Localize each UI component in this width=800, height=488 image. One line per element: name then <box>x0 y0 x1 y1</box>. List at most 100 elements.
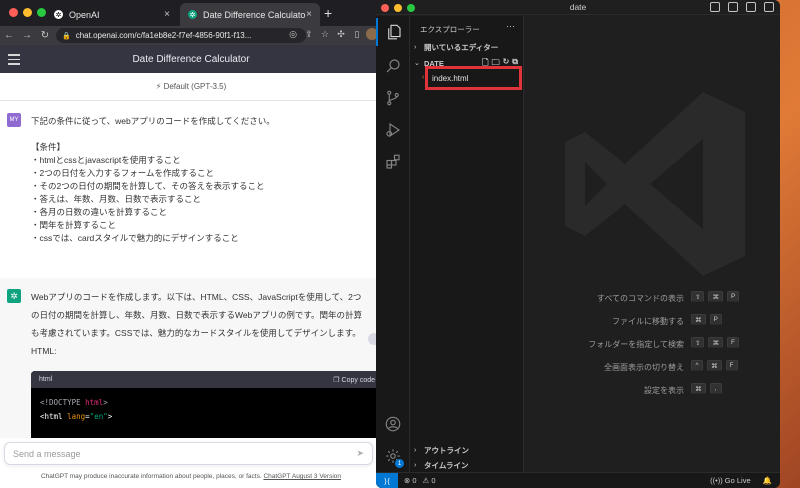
message-line: ・各月の日数の違いを計算すること <box>31 207 168 217</box>
composer: ➤ ChatGPT may produce inaccurate informa… <box>0 438 382 488</box>
chevron-down-icon: ⌄ <box>414 60 420 67</box>
window-controls <box>9 8 46 17</box>
lock-icon[interactable]: 🔒 <box>62 32 71 40</box>
settings-badge: 1 <box>395 459 404 468</box>
reload-icon[interactable]: ↻ <box>36 30 54 41</box>
side-panel-icon[interactable]: ▯ <box>350 29 364 40</box>
explorer-icon[interactable] <box>376 18 410 46</box>
message-line: ・閏年を計算すること <box>31 220 117 230</box>
search-icon[interactable] <box>376 52 410 80</box>
menu-icon[interactable] <box>8 54 20 68</box>
vscode-logo-watermark <box>565 92 745 276</box>
shortcut-show-all-commands[interactable]: すべてのコマンドの表示 ⇧ ⌘ P <box>524 291 780 305</box>
customize-layout-icon[interactable] <box>764 2 774 12</box>
notifications-bell-icon[interactable]: 🔔 <box>763 476 772 485</box>
shortcut-find-in-folder[interactable]: フォルダーを指定して検索 ⇧ ⌘ F <box>524 337 780 351</box>
toolbar-actions: ◎ ⇪ ☆ ✣ ▯ <box>286 28 378 40</box>
chevron-right-icon: › <box>414 43 417 51</box>
tab-label: OpenAI <box>69 9 100 20</box>
toggle-secondary-sidebar-icon[interactable] <box>746 2 756 12</box>
message-line: 下記の条件に従って、webアプリのコードを作成してください。 <box>31 116 275 126</box>
zoom-window-button[interactable] <box>37 8 46 17</box>
vscode-titlebar: date <box>376 0 780 15</box>
message-line: ・2つの日付を入力するフォームを作成すること <box>31 168 214 178</box>
assistant-message: ✲ Webアプリのコードを作成します。以下は、HTML、CSS、JavaScri… <box>0 278 382 438</box>
editor-welcome-area: すべてのコマンドの表示 ⇧ ⌘ P ファイルに移動する ⌘ P フォルダーを指定して検… <box>524 16 780 472</box>
send-icon[interactable]: ➤ <box>356 448 364 459</box>
forward-icon[interactable]: → <box>18 30 36 41</box>
close-tab-icon[interactable]: × <box>164 9 170 20</box>
problems-status[interactable]: ⊗ 0 ⚠ 0 <box>404 476 436 485</box>
status-bar: ⟩⟨ ⊗ 0 ⚠ 0 ((•)) Go Live 🔔 <box>376 472 780 488</box>
shortcut-go-to-file[interactable]: ファイルに移動する ⌘ P <box>524 314 780 328</box>
chevron-right-icon: › <box>414 446 417 454</box>
message-line: の日付の期間を計算し、年数、月数、日数で表示するWebアプリの例です。閏年の計算 <box>31 310 362 320</box>
tab-strip: ✲ OpenAI × ✲ Date Difference Calculator … <box>0 0 382 26</box>
extensions-icon[interactable] <box>376 148 410 176</box>
annotation-highlight-box <box>425 66 522 90</box>
code-language: html <box>39 376 53 383</box>
manage-gear-icon[interactable]: 1 <box>376 442 410 470</box>
open-editors-section[interactable]: › 開いているエディター <box>410 40 524 54</box>
disclaimer: ChatGPT may produce inaccurate informati… <box>40 473 342 480</box>
run-and-debug-icon[interactable] <box>376 116 410 144</box>
code-block: html ❐ Copy code <!DOCTYPE html> <html l… <box>31 371 382 438</box>
version-link[interactable]: ChatGPT August 3 Version <box>263 473 341 480</box>
status-right: ((•)) Go Live 🔔 <box>710 476 772 485</box>
shortcut-toggle-full-screen[interactable]: 全画面表示の切り替え ^ ⌘ F <box>524 360 780 374</box>
activity-bar: 1 <box>376 16 410 472</box>
message-line <box>31 128 376 141</box>
assistant-message-text: Webアプリのコードを作成します。以下は、HTML、CSS、JavaScript… <box>31 288 381 342</box>
chatgpt-favicon-icon: ✲ <box>188 10 197 19</box>
back-icon[interactable]: ← <box>0 30 18 41</box>
conversation-title: Date Difference Calculator <box>132 53 250 65</box>
go-live-button[interactable]: ((•)) Go Live <box>710 476 751 485</box>
extensions-icon[interactable]: ✣ <box>334 29 348 40</box>
message-line: ・答えは、年数、月数、日数で表示すること <box>31 194 202 204</box>
layout-controls <box>710 2 774 12</box>
tab-label: Date Difference Calculator <box>203 9 307 20</box>
share-icon[interactable]: ⇪ <box>302 29 316 40</box>
new-tab-button[interactable]: + <box>324 5 332 21</box>
user-avatar: MY <box>7 113 21 127</box>
shortcut-show-settings[interactable]: 設定を表示 ⌘, <box>524 383 780 397</box>
message-input[interactable] <box>13 448 357 459</box>
message-line: ・htmlとcssとjavascriptを使用すること <box>31 155 181 165</box>
code-content: <!DOCTYPE html> <html lang="en"> <box>31 388 382 432</box>
message-line: ・cssでは、cardスタイルで魅力的にデザインすること <box>31 233 239 243</box>
tab-date-difference[interactable]: ✲ Date Difference Calculator × <box>180 3 320 26</box>
copy-code-button[interactable]: ❐ Copy code <box>333 376 375 384</box>
google-lens-icon[interactable]: ◎ <box>286 29 300 40</box>
bookmark-star-icon[interactable]: ☆ <box>318 29 332 40</box>
code-section-label: HTML: <box>31 346 57 356</box>
minimize-window-button[interactable] <box>23 8 32 17</box>
code-block-header: html ❐ Copy code <box>31 371 382 388</box>
chatgpt-avatar-icon: ✲ <box>7 289 21 303</box>
close-tab-icon[interactable]: × <box>306 9 312 20</box>
close-window-button[interactable] <box>9 8 18 17</box>
source-control-icon[interactable] <box>376 84 410 112</box>
timeline-section[interactable]: › タイムライン <box>410 458 524 472</box>
code-line: <html lang="en"> <box>40 412 113 421</box>
message-line: ・その2つの日付の期間を計算して、その答えを表示すること <box>31 181 265 191</box>
toggle-panel-icon[interactable] <box>728 2 738 12</box>
message-line: Webアプリのコードを作成します。以下は、HTML、CSS、JavaScript… <box>31 292 362 302</box>
address-text: chat.openai.com/c/fa1eb8e2-f7ef-4856-90f… <box>75 31 252 40</box>
vscode-window: date 1 エクスプローラー ··· › 開いているエディター ⌄ DATE … <box>376 0 780 488</box>
explorer-title: エクスプローラー <box>420 25 480 34</box>
clipboard-icon: ❐ <box>333 376 340 384</box>
warnings-count: ⚠ 0 <box>422 476 436 485</box>
toggle-primary-sidebar-icon[interactable] <box>710 2 720 12</box>
chatgpt-header: Date Difference Calculator <box>0 45 382 73</box>
user-message: MY 下記の条件に従って、webアプリのコードを作成してください。 【条件】 ・… <box>0 101 382 295</box>
html-file-icon: ‹ <box>422 74 425 81</box>
chevron-right-icon: › <box>414 461 417 469</box>
message-line: 【条件】 <box>31 142 66 152</box>
address-bar[interactable]: 🔒 chat.openai.com/c/fa1eb8e2-f7ef-4856-9… <box>56 28 306 43</box>
outline-section[interactable]: › アウトライン <box>410 443 524 457</box>
more-actions-icon[interactable]: ··· <box>506 21 515 31</box>
chat-thread: ⚡ Default (GPT-3.5) MY 下記の条件に従って、webアプリの… <box>0 73 382 438</box>
tab-openai[interactable]: ✲ OpenAI × <box>46 3 178 26</box>
remote-indicator-icon[interactable]: ⟩⟨ <box>376 473 398 488</box>
accounts-icon[interactable] <box>376 410 410 438</box>
